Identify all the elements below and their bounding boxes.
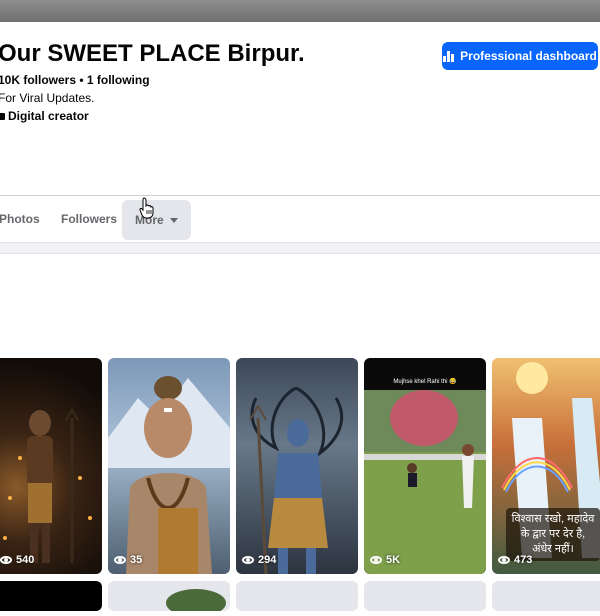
bar-chart-icon [443, 50, 455, 62]
reel-card-next[interactable] [364, 581, 486, 611]
reel-thumbnail [166, 589, 226, 616]
reel-card-next[interactable] [0, 581, 102, 611]
view-count: 35 [114, 554, 142, 566]
reels-grid: 540 35 294 Mujhse khel Rahi thi 😂 5K विश… [0, 358, 600, 616]
view-count-value: 294 [258, 554, 277, 566]
eye-icon [242, 556, 254, 564]
reel-card[interactable]: Mujhse khel Rahi thi 😂 5K [364, 358, 486, 574]
hand-cursor-icon [139, 197, 154, 219]
view-count-value: 5K [386, 554, 401, 566]
profile-category: Digital creator [0, 109, 89, 123]
reel-thumbnail [3, 408, 92, 563]
eye-icon [498, 556, 510, 564]
browser-top-bar [0, 0, 600, 22]
briefcase-icon [0, 112, 5, 120]
reel-thumbnail [108, 376, 230, 574]
view-count-value: 35 [130, 554, 143, 566]
caret-down-icon [169, 217, 178, 223]
page-title: Our SWEET PLACE Birpur. [0, 40, 305, 67]
view-count: 294 [242, 554, 276, 566]
category-label: Digital creator [8, 109, 89, 123]
view-count: 5K [370, 554, 400, 566]
section-divider [0, 242, 600, 254]
eye-icon [370, 556, 382, 564]
professional-dashboard-button[interactable]: Professional dashboard [442, 42, 598, 70]
reel-card-next[interactable] [236, 581, 358, 611]
view-count-value: 473 [514, 554, 533, 566]
reel-card[interactable]: 35 [108, 358, 230, 574]
view-count: 540 [0, 554, 34, 566]
dashboard-button-label: Professional dashboard [460, 49, 597, 63]
reel-card[interactable]: विश्वास रखो, महादेव के द्वार पर देर है, … [492, 358, 600, 574]
reel-thumbnail [249, 386, 344, 574]
reel-card-next[interactable] [108, 581, 230, 616]
eye-icon [114, 556, 126, 564]
profile-stats[interactable]: 10K followers • 1 following [0, 73, 150, 87]
eye-icon [0, 556, 12, 564]
view-count-value: 540 [16, 554, 35, 566]
tab-followers[interactable]: Followers [61, 196, 117, 242]
reel-card[interactable]: 540 [0, 358, 102, 574]
reel-card-next[interactable] [492, 581, 600, 611]
view-count: 473 [498, 554, 532, 566]
reel-thumbnail [364, 390, 486, 574]
profile-tabs: Photos Followers More [0, 196, 600, 242]
reel-card[interactable]: 294 [236, 358, 358, 574]
profile-bio: For Viral Updates. [0, 91, 95, 105]
tab-photos[interactable]: Photos [0, 196, 40, 242]
